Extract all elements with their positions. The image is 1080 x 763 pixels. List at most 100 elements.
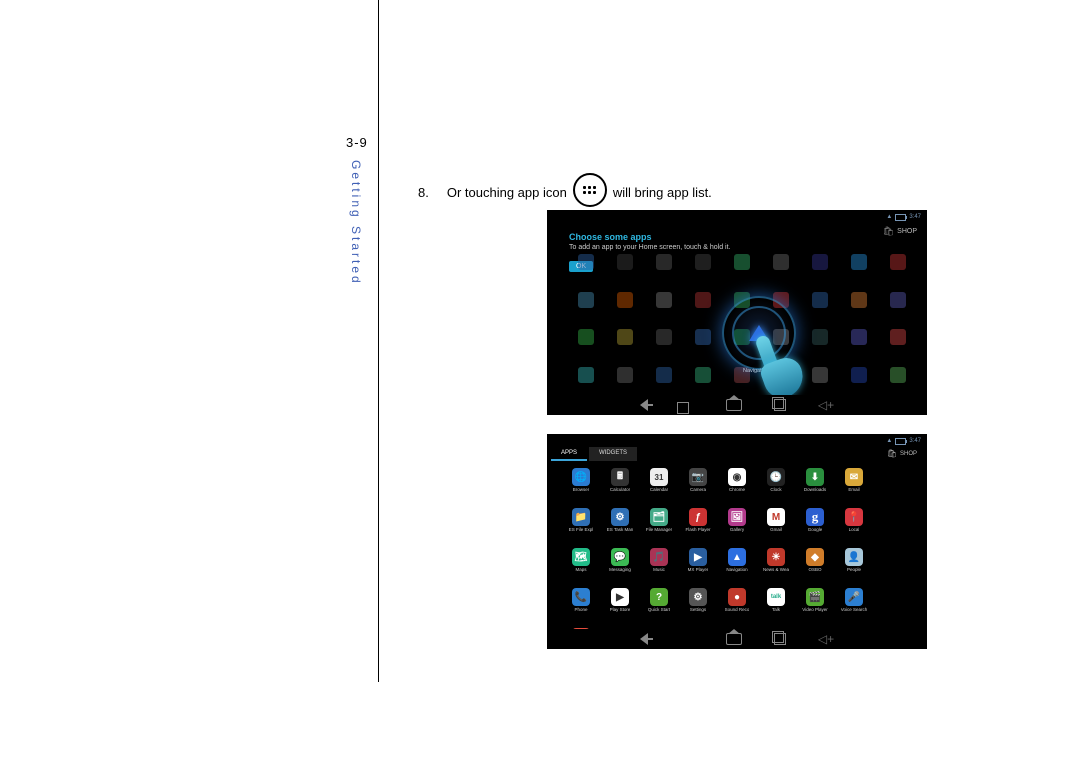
app-cell[interactable] (684, 282, 721, 318)
nav-back-icon[interactable] (640, 399, 648, 411)
app-cell[interactable]: gGoogle (797, 508, 833, 544)
app-cell[interactable]: 🎤Voice Search (836, 588, 872, 624)
app-label: File Manager (646, 527, 672, 532)
app-cell[interactable]: ▲Navigation (719, 548, 755, 584)
app-cell[interactable] (606, 244, 643, 280)
app-icon: 🎵 (650, 548, 668, 566)
app-cell[interactable]: ⚙Settings (680, 588, 716, 624)
app-cell[interactable]: ⬇Downloads (797, 468, 833, 504)
app-cell[interactable]: 📞Phone (563, 588, 599, 624)
app-cell[interactable]: ⚙ES Task Man (602, 508, 638, 544)
app-cell[interactable] (841, 282, 878, 318)
app-cell[interactable]: 🗂File Manager (641, 508, 677, 544)
app-cell[interactable]: talkTalk (758, 588, 794, 624)
app-cell[interactable]: ●Sound Reco (719, 588, 755, 624)
nav-recent-icon[interactable] (774, 399, 786, 411)
app-label: ES Task Man (607, 527, 633, 532)
app-cell[interactable]: ▶Play Store (602, 588, 638, 624)
app-cell[interactable] (880, 282, 917, 318)
app-cell[interactable] (723, 244, 760, 280)
app-cell[interactable]: ?Quick Start (641, 588, 677, 624)
app-cell[interactable]: 🕒Clock (758, 468, 794, 504)
app-cell[interactable]: ◆OSBO (797, 548, 833, 584)
app-cell[interactable] (645, 357, 682, 393)
app-cell[interactable] (880, 244, 917, 280)
step-text-before: Or touching app icon (447, 185, 567, 200)
app-label: News & Wea (763, 567, 789, 572)
app-cell[interactable] (684, 320, 721, 356)
app-label: Flash Player (685, 527, 710, 532)
app-cell[interactable]: 📍Local (836, 508, 872, 544)
app-cell[interactable]: 🖩Calculator (602, 468, 638, 504)
app-cell[interactable] (802, 244, 839, 280)
nav-volume-icon[interactable]: ◁+ (818, 632, 834, 646)
app-icon: talk (767, 588, 785, 606)
app-icon: ▶ (689, 548, 707, 566)
app-cell[interactable]: ƒFlash Player (680, 508, 716, 544)
app-cell[interactable] (880, 357, 917, 393)
app-icon: 🌐 (572, 468, 590, 486)
app-cell[interactable]: 🎬Video Player (797, 588, 833, 624)
app-cell[interactable] (567, 244, 604, 280)
app-cell[interactable]: 🖼Gallery (719, 508, 755, 544)
nav-home-icon[interactable] (726, 633, 742, 645)
nav-volume-icon[interactable]: ◁+ (818, 398, 834, 412)
app-cell[interactable]: ☀News & Wea (758, 548, 794, 584)
app-cell[interactable] (606, 282, 643, 318)
app-label: Sound Reco (725, 607, 750, 612)
section-title: Getting Started (349, 160, 363, 286)
app-icon: ☀ (767, 548, 785, 566)
app-icon: g (806, 508, 824, 526)
app-cell[interactable] (684, 244, 721, 280)
app-cell[interactable]: 31Calendar (641, 468, 677, 504)
document-page: 3-9 Getting Started 8. Or touching app i… (0, 0, 1080, 763)
status-time: 3:47 (909, 214, 921, 220)
app-label: ES File Expl (569, 527, 594, 532)
app-cell[interactable] (567, 357, 604, 393)
app-cell[interactable] (606, 320, 643, 356)
app-cell[interactable]: ✉Email (836, 468, 872, 504)
app-cell[interactable]: 📷Camera (680, 468, 716, 504)
app-icon: 📍 (845, 508, 863, 526)
app-cell[interactable] (841, 320, 878, 356)
app-cell[interactable]: 👤People (836, 548, 872, 584)
nav-home-icon[interactable] (726, 399, 742, 411)
app-cell[interactable] (684, 357, 721, 393)
app-cell[interactable] (645, 244, 682, 280)
nav-recent-icon[interactable] (774, 633, 786, 645)
app-icon: ⚙ (611, 508, 629, 526)
app-cell[interactable]: 🎵Music (641, 548, 677, 584)
app-label: Email (848, 487, 859, 492)
app-cell[interactable]: ▶MX Player (680, 548, 716, 584)
shop-link[interactable]: SHOP (883, 226, 917, 237)
app-cell[interactable]: 🗺Maps (563, 548, 599, 584)
tab-widgets[interactable]: WIDGETS (589, 447, 637, 461)
app-cell[interactable] (567, 320, 604, 356)
app-cell[interactable] (841, 357, 878, 393)
app-cell[interactable]: 🌐Browser (563, 468, 599, 504)
app-cell[interactable] (880, 320, 917, 356)
app-cell[interactable] (763, 244, 800, 280)
tab-apps[interactable]: APPS (551, 447, 587, 461)
app-cell[interactable] (645, 282, 682, 318)
page-number: 3-9 (346, 135, 368, 150)
shop-link[interactable]: SHOP (887, 449, 917, 458)
app-label: Navigation (726, 567, 747, 572)
app-label: Music (653, 567, 665, 572)
app-label: Calendar (650, 487, 668, 492)
app-cell[interactable] (606, 357, 643, 393)
app-cell[interactable]: 📁ES File Expl (563, 508, 599, 544)
app-label: Google (808, 527, 823, 532)
app-label: Downloads (804, 487, 826, 492)
app-cell[interactable] (567, 282, 604, 318)
app-cell[interactable]: 💬Messaging (602, 548, 638, 584)
app-icon: ⚙ (689, 588, 707, 606)
app-cell[interactable]: MGmail (758, 508, 794, 544)
app-label: Quick Start (648, 607, 670, 612)
app-cell[interactable] (802, 282, 839, 318)
app-cell[interactable] (841, 244, 878, 280)
app-cell[interactable] (645, 320, 682, 356)
app-label: MX Player (688, 567, 709, 572)
nav-back-icon[interactable] (640, 633, 648, 645)
app-cell[interactable]: ◉Chrome (719, 468, 755, 504)
